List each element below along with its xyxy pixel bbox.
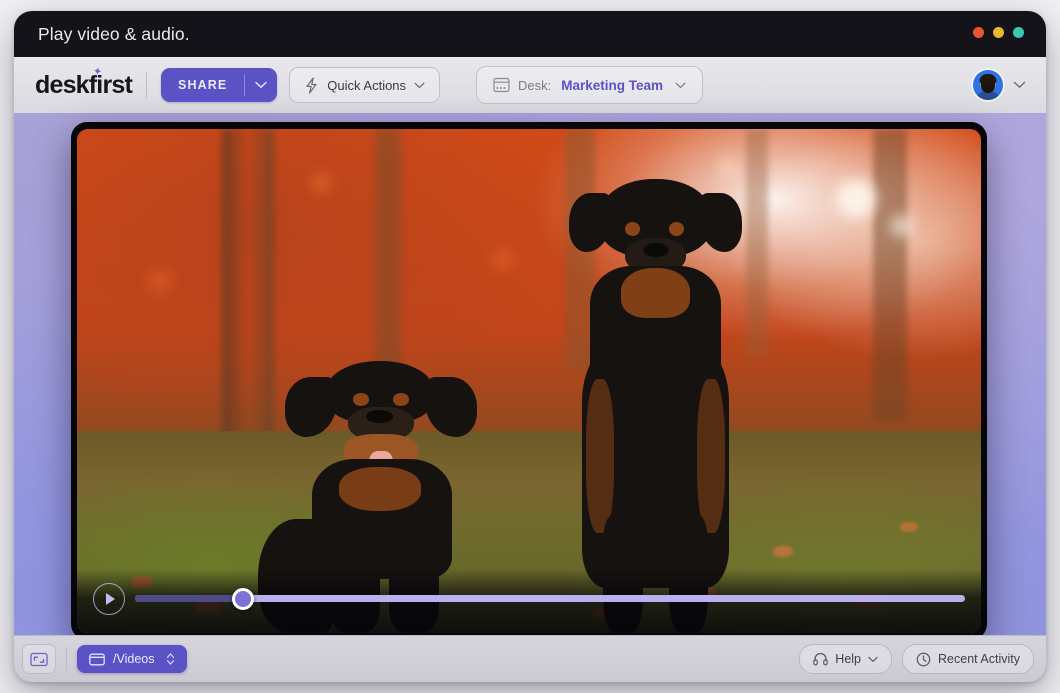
sparkle-icon: ✦: [91, 64, 102, 79]
chevron-down-icon: [675, 82, 686, 88]
desk-window-icon: [493, 77, 510, 93]
app-toolbar: deskfirst ✦ SHARE Quick Actions Desk: Ma…: [14, 57, 1046, 114]
expand-window-button[interactable]: [22, 644, 56, 674]
path-label: /Videos: [113, 652, 155, 666]
chevron-down-icon: [255, 81, 268, 89]
quick-actions-label: Quick Actions: [327, 77, 407, 93]
headset-icon: [813, 652, 829, 666]
help-button[interactable]: Help: [799, 644, 893, 674]
play-button[interactable]: [93, 583, 125, 615]
play-icon: [106, 593, 115, 605]
chevron-up-down-icon: [167, 653, 175, 665]
dog-right: [547, 179, 764, 633]
progress-fill: [135, 595, 243, 602]
toolbar-divider: [146, 72, 148, 98]
player-controls: [77, 569, 981, 633]
quick-actions-button[interactable]: Quick Actions: [289, 67, 441, 103]
recent-activity-label: Recent Activity: [938, 652, 1020, 666]
path-selector[interactable]: /Videos: [77, 645, 188, 673]
close-button[interactable]: [973, 27, 984, 38]
video-window[interactable]: [71, 122, 987, 640]
video-content: [77, 129, 981, 633]
desk-value: Marketing Team: [561, 77, 664, 93]
window-title: Play video & audio.: [38, 24, 190, 44]
account-menu-chevron-down-icon[interactable]: [1013, 81, 1026, 89]
share-button[interactable]: SHARE: [161, 68, 244, 102]
video-frame[interactable]: [77, 129, 981, 633]
lightning-bolt-icon: [304, 76, 319, 94]
progress-handle[interactable]: [231, 587, 254, 610]
clock-icon: [916, 652, 931, 667]
brand-logo[interactable]: deskfirst ✦: [35, 65, 133, 100]
expand-window-icon: [30, 652, 48, 666]
share-button-group[interactable]: SHARE: [161, 68, 278, 102]
zoom-button[interactable]: [1013, 27, 1024, 38]
desk-selector[interactable]: Desk: Marketing Team: [476, 66, 704, 104]
folder-window-icon: [89, 653, 105, 666]
title-bar: Play video & audio.: [14, 11, 1046, 57]
progress-bar[interactable]: [135, 587, 965, 610]
share-dropdown-button[interactable]: [245, 68, 277, 102]
dock-divider: [66, 647, 67, 671]
chevron-down-icon: [868, 656, 878, 662]
recent-activity-button[interactable]: Recent Activity: [902, 644, 1034, 674]
dock-bar: /Videos Help Recent Activity: [14, 635, 1046, 682]
desktop-wallpaper: Kim Jason: [14, 113, 1046, 682]
avatar[interactable]: [973, 70, 1003, 100]
app-window: Play video & audio. deskfirst ✦ SHARE Qu…: [14, 11, 1046, 682]
toolbar-right-group: [973, 70, 1026, 100]
help-label: Help: [835, 652, 862, 666]
traffic-lights: [973, 27, 1024, 38]
desk-label: Desk:: [518, 77, 552, 93]
chevron-down-icon: [414, 82, 425, 88]
minimize-button[interactable]: [993, 27, 1004, 38]
dock-right-group: Help Recent Activity: [799, 644, 1034, 674]
brand-logo-text: deskfirst: [35, 70, 133, 99]
